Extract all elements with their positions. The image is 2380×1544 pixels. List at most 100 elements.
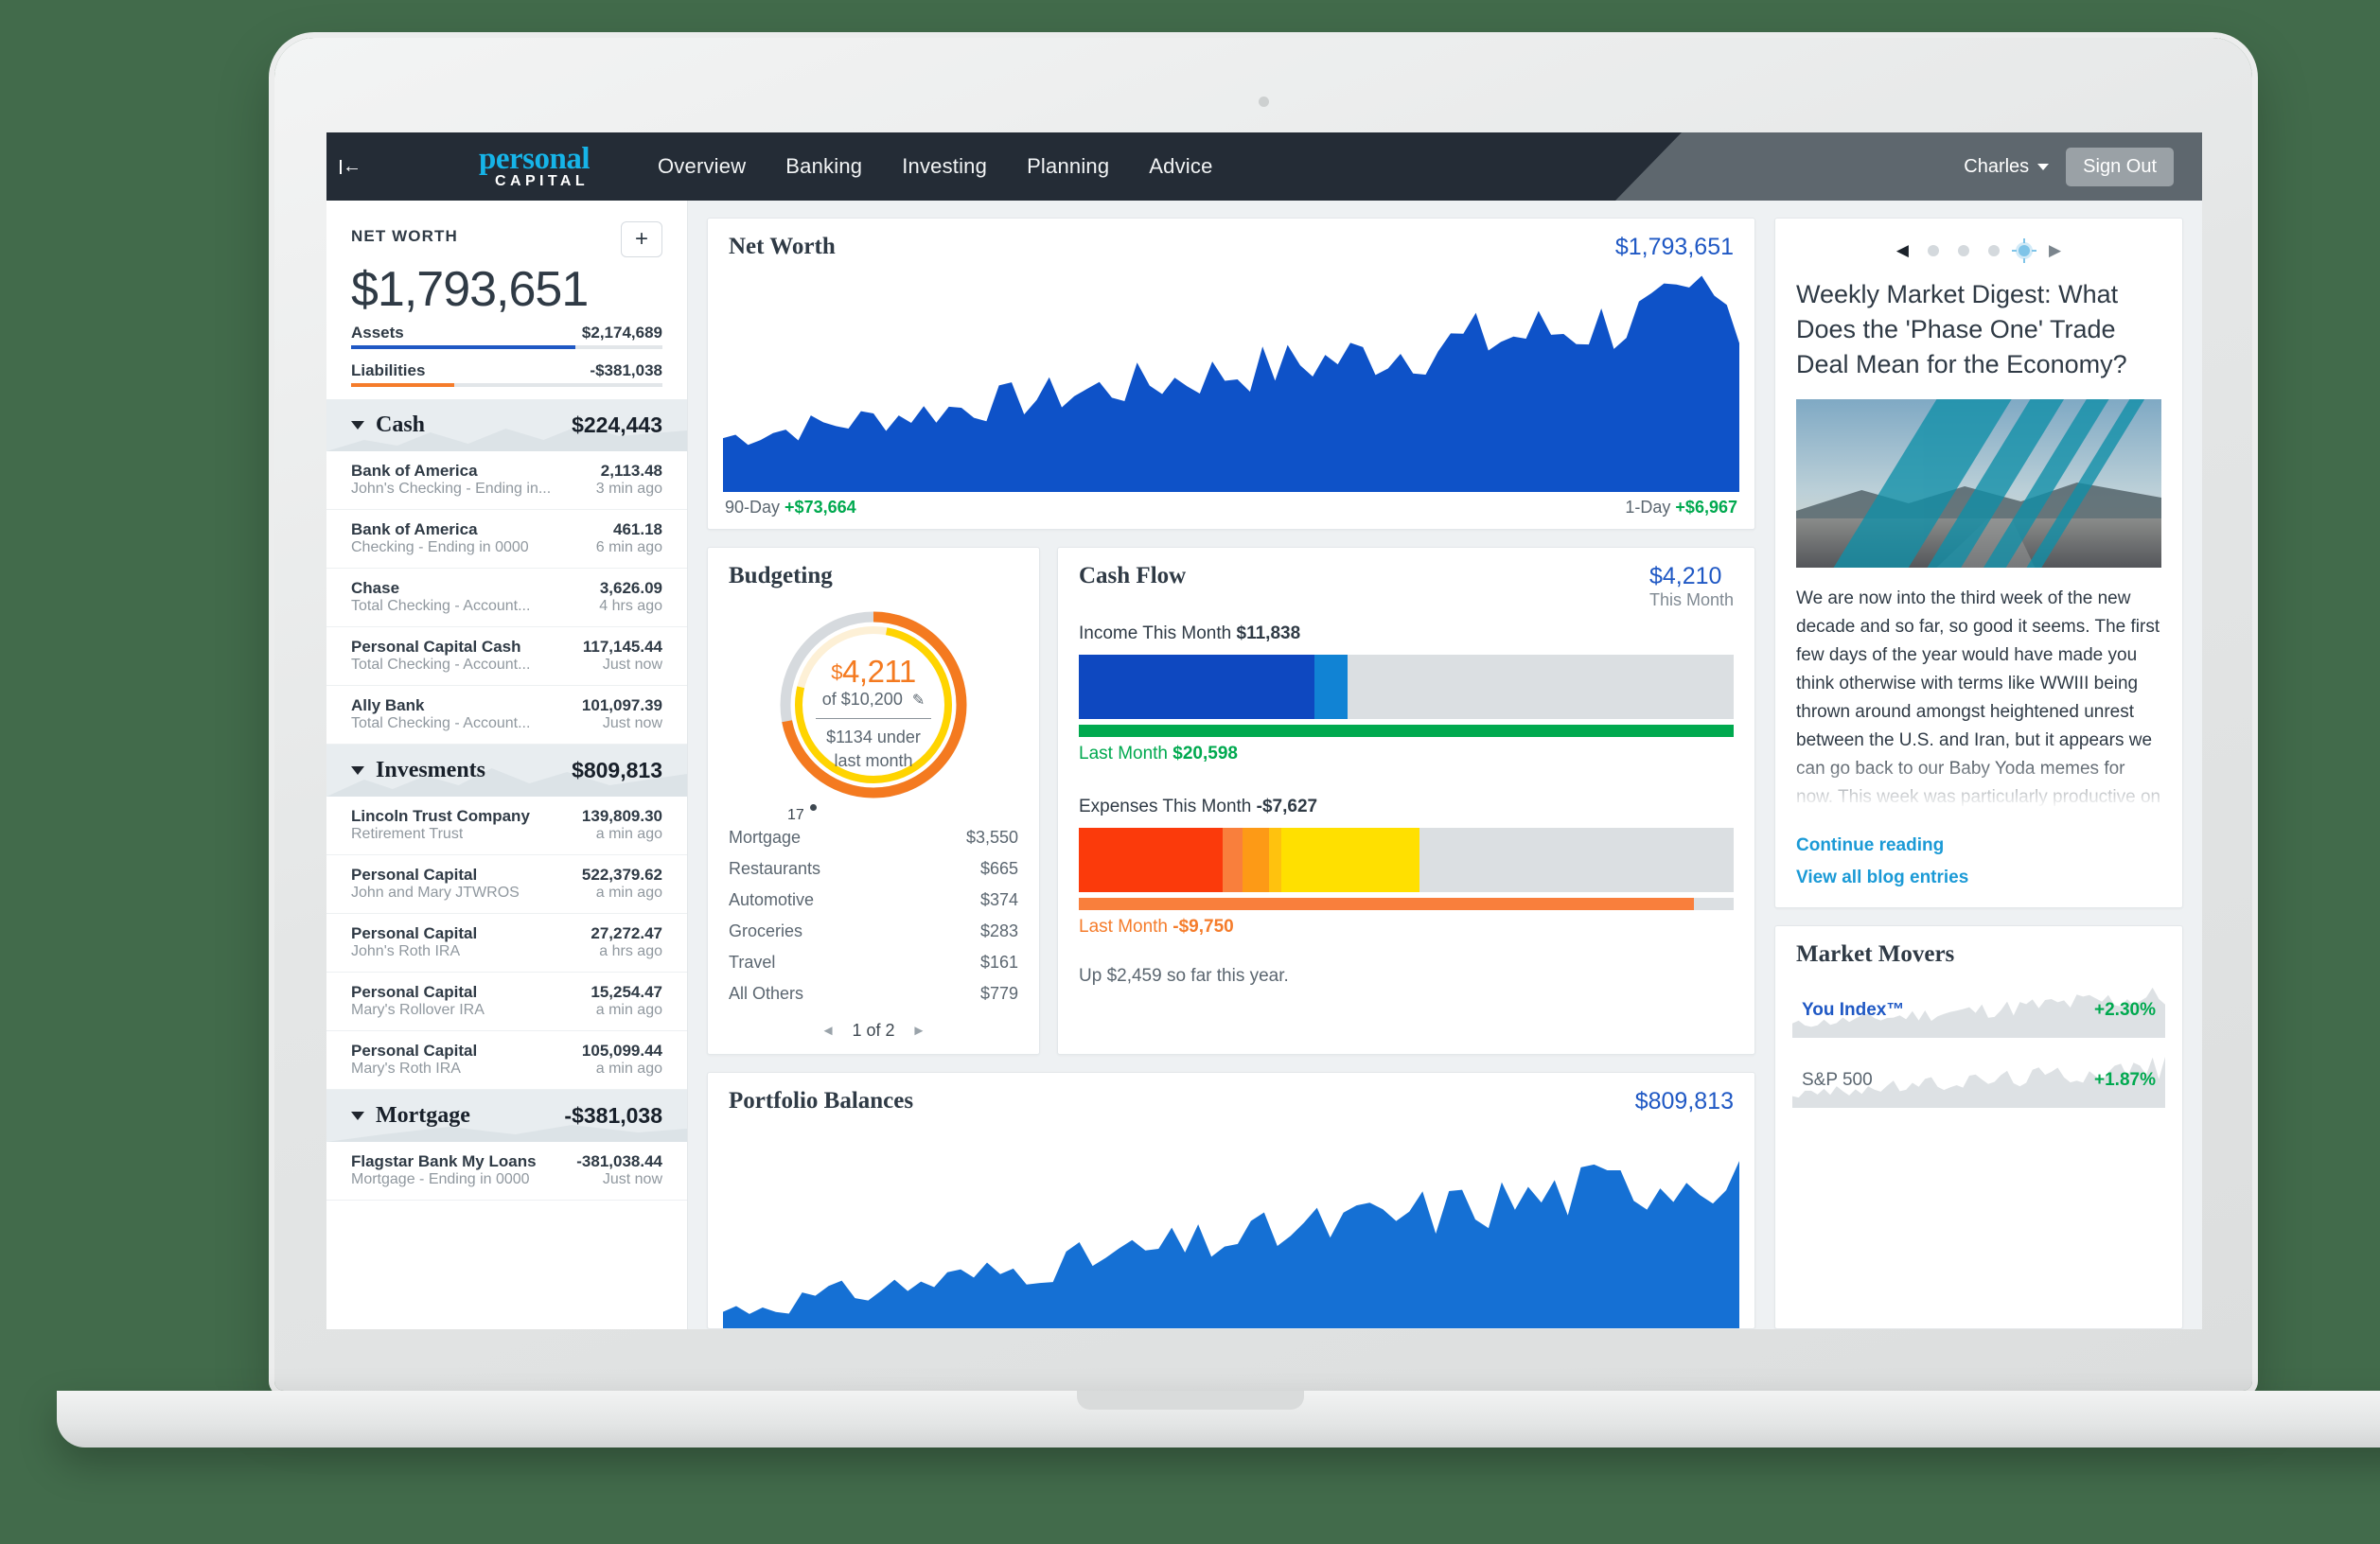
account-name: Chase bbox=[351, 579, 400, 597]
one-day-label: 1-Day bbox=[1625, 498, 1671, 517]
liabilities-bar-fill bbox=[351, 383, 454, 387]
nav-link-advice[interactable]: Advice bbox=[1149, 154, 1212, 179]
portfolio-chart bbox=[723, 1128, 1739, 1328]
pager-next-icon[interactable]: ► bbox=[912, 1023, 926, 1039]
pager-prev-icon[interactable]: ◄ bbox=[821, 1023, 836, 1039]
account-row[interactable]: Personal Capital Cash 117,145.44 Total Che… bbox=[326, 627, 687, 686]
account-row[interactable]: Personal Capital 522,379.62 John and Mary … bbox=[326, 855, 687, 914]
text-fade-overlay bbox=[1775, 752, 2182, 818]
account-group-header[interactable]: Invesments $809,813 bbox=[326, 745, 687, 797]
add-account-button[interactable]: + bbox=[621, 221, 662, 257]
portfolio-card-amount: $809,813 bbox=[1634, 1088, 1734, 1114]
net-worth-amount: $1,793,651 bbox=[351, 262, 589, 317]
ninety-day-label: 90-Day bbox=[725, 498, 781, 517]
carousel-next-icon[interactable]: ▶ bbox=[2049, 241, 2061, 260]
bar-segment bbox=[1079, 655, 1315, 719]
sign-out-button[interactable]: Sign Out bbox=[2066, 147, 2174, 186]
account-group-total: $224,443 bbox=[572, 412, 662, 437]
market-mover-row[interactable]: S&P 500 +1.87% bbox=[1792, 1053, 2165, 1108]
digest-carousel: ◀ ▶ bbox=[1775, 219, 2182, 277]
account-subtitle: Total Checking - Account... bbox=[351, 715, 531, 731]
net-worth-chart-footer: 90-Day +$73,664 1-Day +$6,967 bbox=[708, 492, 1754, 529]
budget-category-amount: $779 bbox=[979, 984, 1018, 1003]
market-movers-rows: You Index™ +2.30% S&P 500 +1.87% bbox=[1775, 983, 2182, 1108]
account-row[interactable]: Flagstar Bank My Loans -381,038.44 Mortgag… bbox=[326, 1142, 687, 1201]
budget-day-label: 17 bbox=[787, 807, 804, 823]
account-group-total: $809,813 bbox=[572, 758, 662, 782]
account-row[interactable]: Bank of America 2,113.48 John's Checking -… bbox=[326, 451, 687, 510]
assets-amount: $2,174,689 bbox=[581, 324, 662, 342]
bar-segment bbox=[1079, 725, 1734, 737]
account-group-header[interactable]: Cash $224,443 bbox=[326, 399, 687, 451]
caret-down-icon[interactable] bbox=[351, 1112, 364, 1120]
budget-category-row[interactable]: Automotive $374 bbox=[729, 885, 1018, 916]
budget-category-label: Mortgage bbox=[729, 828, 802, 847]
carousel-prev-icon[interactable]: ◀ bbox=[1896, 241, 1909, 260]
budget-category-row[interactable]: All Others $779 bbox=[729, 978, 1018, 1009]
expenses-label: Expenses This Month bbox=[1079, 797, 1252, 816]
account-balance: 139,809.30 bbox=[581, 807, 662, 825]
account-updated-time: 3 min ago bbox=[595, 481, 662, 497]
one-day-change: +$6,967 bbox=[1675, 498, 1737, 517]
chevron-down-icon bbox=[2037, 163, 2050, 170]
account-row[interactable]: Personal Capital 15,254.47 Mary's Rollover… bbox=[326, 973, 687, 1031]
digest-title[interactable]: Weekly Market Digest: What Does the 'Pha… bbox=[1775, 277, 2182, 399]
nav-link-overview[interactable]: Overview bbox=[658, 154, 746, 179]
account-balance: 27,272.47 bbox=[591, 924, 662, 942]
portfolio-card-title: Portfolio Balances bbox=[729, 1088, 914, 1114]
account-name: Personal Capital bbox=[351, 924, 478, 942]
nav-link-planning[interactable]: Planning bbox=[1027, 154, 1109, 179]
account-group-header[interactable]: Mortgage -$381,038 bbox=[326, 1090, 687, 1142]
budgeting-card[interactable]: Budgeting $4,211 of $10,200 ✎ $1134 unde… bbox=[707, 547, 1040, 1055]
carousel-dot[interactable] bbox=[1928, 245, 1939, 256]
budget-spent-amount: $4,211 bbox=[831, 654, 916, 689]
liabilities-label: Liabilities bbox=[351, 361, 426, 379]
personal-capital-logo[interactable]: personal CAPITAL bbox=[393, 143, 591, 189]
portfolio-balances-card[interactable]: Portfolio Balances $809,813 bbox=[707, 1072, 1755, 1329]
top-navigation-bar: ← personal CAPITAL Overview Banking Inve… bbox=[326, 132, 2202, 201]
caret-down-icon[interactable] bbox=[351, 766, 364, 775]
account-subtitle: John's Checking - Ending in... bbox=[351, 481, 552, 497]
nav-link-investing[interactable]: Investing bbox=[902, 154, 987, 179]
cash-flow-card[interactable]: Cash Flow $4,210 This Month Income This … bbox=[1057, 547, 1755, 1055]
collapse-sidebar-icon[interactable]: ← bbox=[326, 157, 393, 176]
caret-down-icon[interactable] bbox=[351, 421, 364, 430]
bar-segment bbox=[1268, 828, 1282, 892]
nav-link-banking[interactable]: Banking bbox=[785, 154, 862, 179]
budget-category-row[interactable]: Travel $161 bbox=[729, 947, 1018, 978]
carousel-dot[interactable] bbox=[1988, 245, 2000, 256]
budget-category-row[interactable]: Groceries $283 bbox=[729, 916, 1018, 947]
expenses-last-month-bar bbox=[1079, 898, 1734, 910]
browser-screen: ← personal CAPITAL Overview Banking Inve… bbox=[326, 132, 2202, 1329]
account-row[interactable]: Lincoln Trust Company 139,809.30 Retiremen… bbox=[326, 797, 687, 855]
market-mover-row[interactable]: You Index™ +2.30% bbox=[1792, 983, 2165, 1038]
budget-category-row[interactable]: Mortgage $3,550 bbox=[729, 822, 1018, 853]
budget-note-line2: last month bbox=[834, 751, 913, 770]
account-row[interactable]: Bank of America 461.18 Checking - Ending i… bbox=[326, 510, 687, 569]
view-all-blog-entries-link[interactable]: View all blog entries bbox=[1796, 868, 2161, 888]
market-digest-card[interactable]: ◀ ▶ Weekly Market Digest: What Does the … bbox=[1774, 218, 2183, 908]
carousel-dot[interactable] bbox=[1958, 245, 1969, 256]
accounts-sidebar[interactable]: NET WORTH + $1,793,651 Assets $2,174,689… bbox=[326, 201, 688, 1329]
market-mover-name: S&P 500 bbox=[1802, 1070, 1873, 1090]
budget-category-label: Groceries bbox=[729, 921, 803, 940]
carousel-dot-active[interactable] bbox=[2012, 238, 2030, 256]
main-left-column: Net Worth $1,793,651 90-Day +$73,664 1-D… bbox=[707, 218, 1755, 1329]
net-worth-card[interactable]: Net Worth $1,793,651 90-Day +$73,664 1-D… bbox=[707, 218, 1755, 530]
account-row[interactable]: Ally Bank 101,097.39 Total Checking - Acco… bbox=[326, 686, 687, 745]
continue-reading-link[interactable]: Continue reading bbox=[1796, 835, 2161, 856]
digest-links: Continue reading View all blog entries bbox=[1775, 818, 2182, 907]
account-subtitle: Checking - Ending in 0000 bbox=[351, 539, 529, 555]
expenses-label-row: Expenses This Month -$7,627 bbox=[1079, 797, 1734, 817]
budget-category-row[interactable]: Restaurants $665 bbox=[729, 853, 1018, 885]
market-movers-card[interactable]: Market Movers You Index™ +2.30% S&P 500 +1.… bbox=[1774, 925, 2183, 1329]
account-row[interactable]: Chase 3,626.09 Total Checking - Account...… bbox=[326, 569, 687, 627]
account-row[interactable]: Personal Capital 27,272.47 John's Roth IRA… bbox=[326, 914, 687, 973]
liabilities-bar-track bbox=[351, 383, 662, 387]
pencil-icon[interactable]: ✎ bbox=[912, 691, 925, 710]
bar-segment bbox=[1281, 828, 1419, 892]
account-subtitle: Mortgage - Ending in 0000 bbox=[351, 1171, 530, 1187]
account-row[interactable]: Personal Capital 105,099.44 Mary's Roth IR… bbox=[326, 1031, 687, 1090]
market-mover-change: +2.30% bbox=[2094, 1000, 2156, 1020]
user-menu[interactable]: Charles bbox=[1964, 156, 2050, 178]
